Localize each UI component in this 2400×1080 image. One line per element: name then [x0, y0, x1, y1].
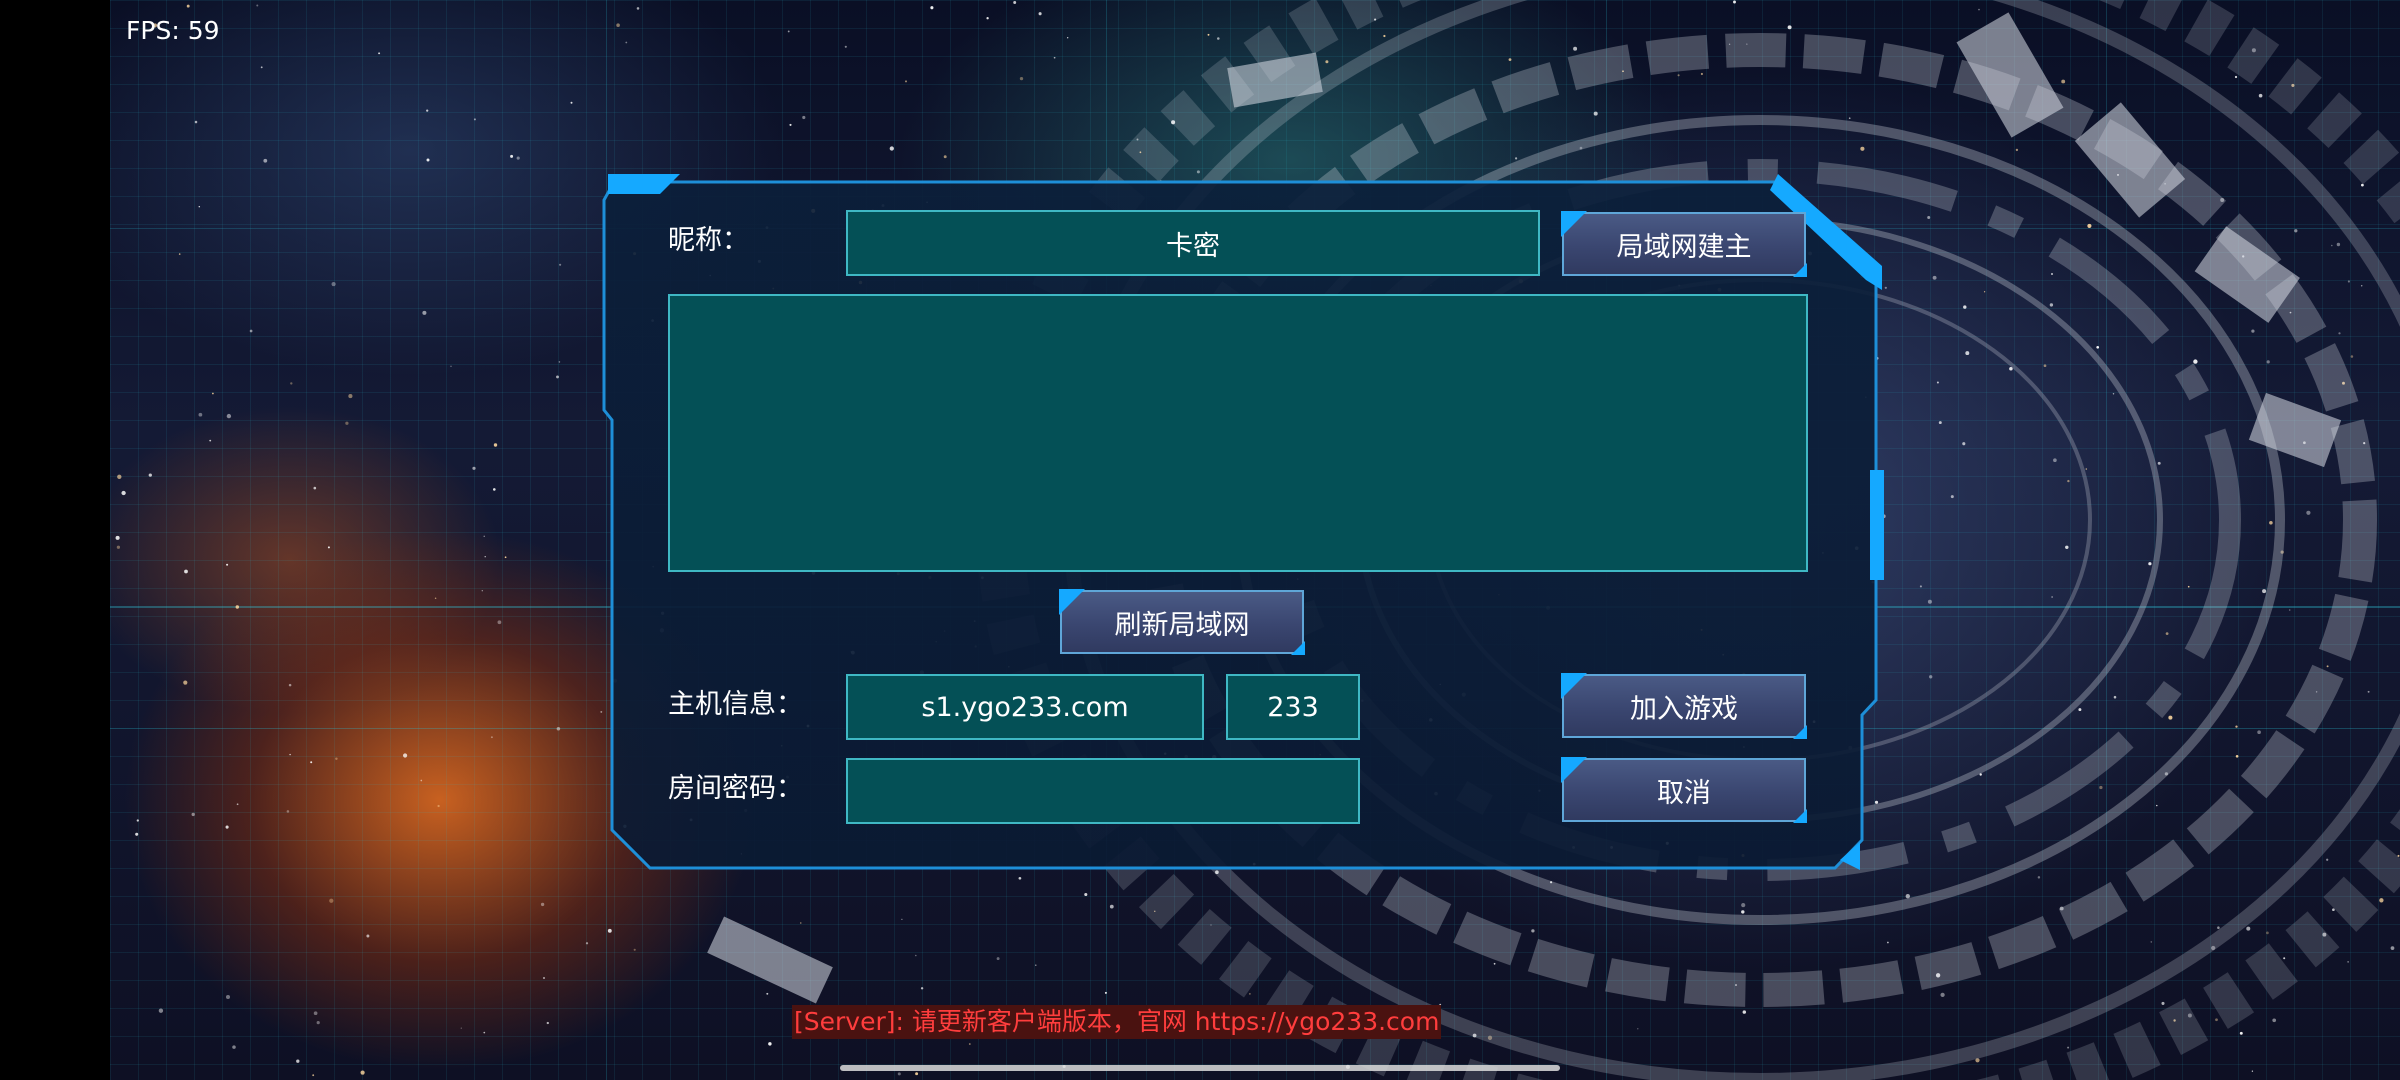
home-indicator-bar[interactable]: [840, 1065, 1560, 1071]
cancel-button-label: 取消: [1657, 777, 1711, 809]
button-corner-accent: [1561, 757, 1587, 783]
host-port-input[interactable]: 233: [1226, 674, 1360, 740]
host-info-label: 主机信息：: [668, 689, 803, 720]
join-game-button-label: 加入游戏: [1630, 693, 1738, 725]
cancel-button[interactable]: 取消: [1561, 757, 1807, 823]
button-corner-accent: [1059, 589, 1085, 615]
room-password-label: 房间密码：: [668, 773, 803, 804]
host-address-input[interactable]: s1.ygo233.com: [846, 674, 1204, 740]
nickname-label: 昵称：: [668, 225, 749, 256]
button-corner-accent: [1291, 641, 1305, 655]
lan-join-dialog: 昵称： 卡密 局域网建主 刷新局域网 主机信息： s1.ygo233.com 2…: [600, 170, 1886, 878]
refresh-lan-button[interactable]: 刷新局域网: [1059, 589, 1305, 655]
button-corner-accent: [1793, 809, 1807, 823]
refresh-lan-button-label: 刷新局域网: [1114, 609, 1250, 641]
fps-counter: FPS: 59: [126, 16, 220, 45]
button-corner-accent: [1793, 725, 1807, 739]
lan-room-list[interactable]: [668, 294, 1808, 572]
button-corner-accent: [1793, 263, 1807, 277]
lan-host-button[interactable]: 局域网建主: [1561, 211, 1807, 277]
button-corner-accent: [1561, 211, 1587, 237]
join-game-button[interactable]: 加入游戏: [1561, 673, 1807, 739]
game-screen: FPS: 59 昵称： 卡密 局域网建主 刷新局域网 主机信息： s1.ygo2…: [0, 0, 2400, 1080]
server-message: [Server]: 请更新客户端版本，官网 https://ygo233.com: [792, 1005, 1442, 1039]
button-corner-accent: [1561, 673, 1587, 699]
nickname-input[interactable]: 卡密: [846, 210, 1540, 276]
lan-host-button-label: 局域网建主: [1616, 231, 1752, 263]
room-password-input[interactable]: [846, 758, 1360, 824]
